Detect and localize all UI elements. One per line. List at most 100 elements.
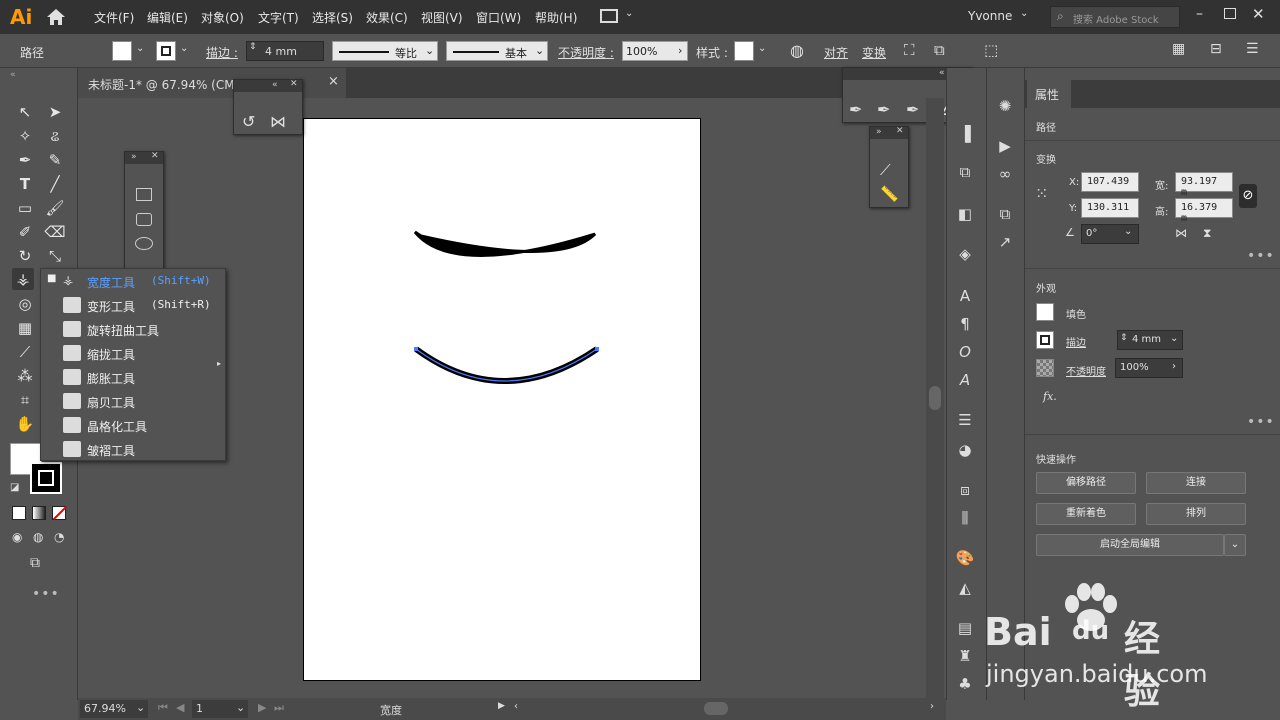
menu-window[interactable]: 窗口(W) xyxy=(476,9,521,26)
swatches-icon[interactable]: ⧉ xyxy=(954,162,976,182)
grid-icon[interactable]: ▦ xyxy=(1172,41,1185,57)
paragraph-icon[interactable]: ¶ xyxy=(954,314,976,334)
panel-expand-icon[interactable]: » xyxy=(876,127,882,137)
tab-close-icon[interactable]: × xyxy=(328,74,339,89)
chevron-down-icon[interactable]: ⌄ xyxy=(180,43,188,54)
opacity-icon[interactable] xyxy=(1036,359,1054,377)
ellipse-icon[interactable] xyxy=(135,237,153,250)
more-options-icon[interactable]: ••• xyxy=(1247,248,1275,264)
measure-icon[interactable]: 📏 xyxy=(880,185,899,203)
gradient-mode-icon[interactable] xyxy=(32,506,46,520)
document-tab[interactable]: 未标题-1* @ 67.94% (CM xyxy=(78,68,346,98)
horizontal-scroll-thumb[interactable] xyxy=(704,702,728,715)
export-icon[interactable]: ↗ xyxy=(994,232,1016,252)
flyout-item-warp[interactable]: 变形工具 (Shift+R) xyxy=(41,293,217,317)
reflect-icon[interactable]: ⋈ xyxy=(270,112,286,131)
draw-behind-icon[interactable]: ◍ xyxy=(33,530,43,544)
symbol-sprayer-icon[interactable]: ⁂ xyxy=(14,365,36,387)
menu-object[interactable]: 对象(O) xyxy=(201,9,244,26)
color-panel-icon[interactable]: 🎨 xyxy=(954,548,976,568)
rotate-tool-icon[interactable]: ↻ xyxy=(14,245,36,267)
eraser-icon[interactable]: ⌫ xyxy=(44,221,66,243)
artboard-tool-icon[interactable]: ⌗ xyxy=(14,389,36,411)
pathfinder-icon[interactable]: ⧉ xyxy=(994,204,1016,224)
panel-close-icon[interactable]: ✕ xyxy=(151,151,159,161)
brush-definition[interactable]: 基本 ⌄ xyxy=(446,41,548,61)
align-panel-icon[interactable]: ⫼ xyxy=(954,508,976,528)
workspace-icon[interactable] xyxy=(600,9,618,23)
zoom-field[interactable]: 67.94% ⌄ xyxy=(80,700,148,718)
glyphs-icon[interactable]: A xyxy=(954,370,976,390)
arrange-button[interactable]: 排列 xyxy=(1146,503,1246,525)
panel-close-icon[interactable]: ✕ xyxy=(290,79,298,89)
arrange-icon[interactable]: ⧉ xyxy=(934,41,945,59)
next-artboard-icon[interactable]: ▶ xyxy=(258,701,266,714)
recolor-icon[interactable]: ◍ xyxy=(790,41,804,60)
fill-swatch[interactable] xyxy=(1036,303,1054,321)
screen-mode-icon[interactable]: ⧉ xyxy=(30,555,40,571)
actions-icon[interactable]: ▶ xyxy=(994,136,1016,156)
color-mode-icon[interactable] xyxy=(12,506,26,520)
transform-button[interactable]: 变换 xyxy=(862,44,886,61)
collapse-icon[interactable]: « xyxy=(10,70,16,80)
type-tool-icon[interactable]: T xyxy=(14,173,36,195)
rectangle-tool-icon[interactable]: ▭ xyxy=(14,197,36,219)
scroll-right-icon[interactable]: › xyxy=(930,701,934,712)
global-edit-button[interactable]: 启动全局编辑 xyxy=(1036,534,1224,556)
offset-path-button[interactable]: 偏移路径 xyxy=(1036,472,1136,494)
maximize-icon[interactable] xyxy=(1224,8,1236,19)
lasso-icon[interactable]: ଌ xyxy=(44,125,66,147)
stroke-swatch[interactable] xyxy=(156,41,176,61)
reference-point-icon[interactable]: ⁙ xyxy=(1035,184,1048,203)
rounded-rectangle-icon[interactable] xyxy=(136,213,152,226)
flip-horizontal-icon[interactable]: ⋈ xyxy=(1175,226,1187,240)
flyout-item-bloat[interactable]: 膨胀工具 xyxy=(41,365,217,389)
more-options-icon[interactable]: ••• xyxy=(1247,414,1275,430)
brushes-icon[interactable]: ✺ xyxy=(994,96,1016,116)
variable-width-profile[interactable]: 等比 ⌄ xyxy=(332,41,438,61)
close-icon[interactable]: ✕ xyxy=(1252,5,1265,23)
h-field[interactable]: 16.379 m xyxy=(1175,198,1233,224)
mesh-tool-icon[interactable]: ▦ xyxy=(14,317,36,339)
hand-tool-icon[interactable]: ✋ xyxy=(14,413,36,435)
panel-close-icon[interactable]: ✕ xyxy=(896,126,904,136)
artwork[interactable] xyxy=(303,118,701,681)
artboard-number-field[interactable]: 1 ⌄ xyxy=(192,700,248,718)
menu-view[interactable]: 视图(V) xyxy=(421,9,463,26)
menu-type[interactable]: 文字(T) xyxy=(258,9,299,26)
panel-expand-icon[interactable]: » xyxy=(131,152,137,162)
angle-field[interactable]: 0° ⌄ xyxy=(1081,224,1139,244)
opacity-label[interactable]: 不透明度 xyxy=(1066,363,1106,378)
stroke-swatch[interactable] xyxy=(1036,331,1054,349)
w-field[interactable]: 93.197 m xyxy=(1175,172,1233,198)
add-anchor-icon[interactable]: ✒ xyxy=(877,100,890,119)
transparency-icon[interactable]: ◕ xyxy=(954,440,976,460)
opacity-field[interactable]: 100% › xyxy=(1115,358,1183,378)
draw-normal-icon[interactable]: ◉ xyxy=(12,530,22,544)
stroke-weight-field[interactable]: ⇕ 4 mm ⌄ xyxy=(1117,330,1183,350)
scroll-left-icon[interactable]: ‹ xyxy=(514,701,518,712)
more-tools-icon[interactable]: ••• xyxy=(32,586,60,602)
first-artboard-icon[interactable]: ⏮ xyxy=(158,701,168,715)
stroke-label[interactable]: 描边 xyxy=(1066,334,1086,349)
flyout-item-width[interactable]: ■ ⚶ 宽度工具 (Shift+W) xyxy=(41,269,217,293)
appearance-icon[interactable]: ◭ xyxy=(954,578,976,598)
chevron-down-icon[interactable]: ⌄ xyxy=(625,8,633,19)
minimize-icon[interactable]: – xyxy=(1196,6,1203,22)
status-menu-icon[interactable]: ▶ xyxy=(498,701,505,711)
rectangle-shape-icon[interactable] xyxy=(136,188,152,201)
menu-edit[interactable]: 编辑(E) xyxy=(147,9,188,26)
tab-properties[interactable]: 属性 xyxy=(1027,80,1071,108)
flip-vertical-icon[interactable]: ⧗ xyxy=(1203,226,1211,241)
opacity-field[interactable]: 100% › xyxy=(622,41,688,61)
menu-effect[interactable]: 效果(C) xyxy=(366,9,408,26)
scale-tool-icon[interactable]: ⤡ xyxy=(44,245,66,267)
flyout-item-wrinkle[interactable]: 皱褶工具 xyxy=(41,437,217,461)
chevron-down-icon[interactable]: ⌄ xyxy=(1224,534,1246,556)
artboards-icon[interactable]: ⧈ xyxy=(954,480,976,500)
fx-icon[interactable]: fx. xyxy=(1043,390,1057,403)
pen-icon[interactable]: ✒ xyxy=(849,100,862,119)
color-guide-icon[interactable]: ▐ xyxy=(954,124,976,144)
line-tool-icon[interactable]: ╱ xyxy=(44,173,66,195)
menu-help[interactable]: 帮助(H) xyxy=(535,9,577,26)
